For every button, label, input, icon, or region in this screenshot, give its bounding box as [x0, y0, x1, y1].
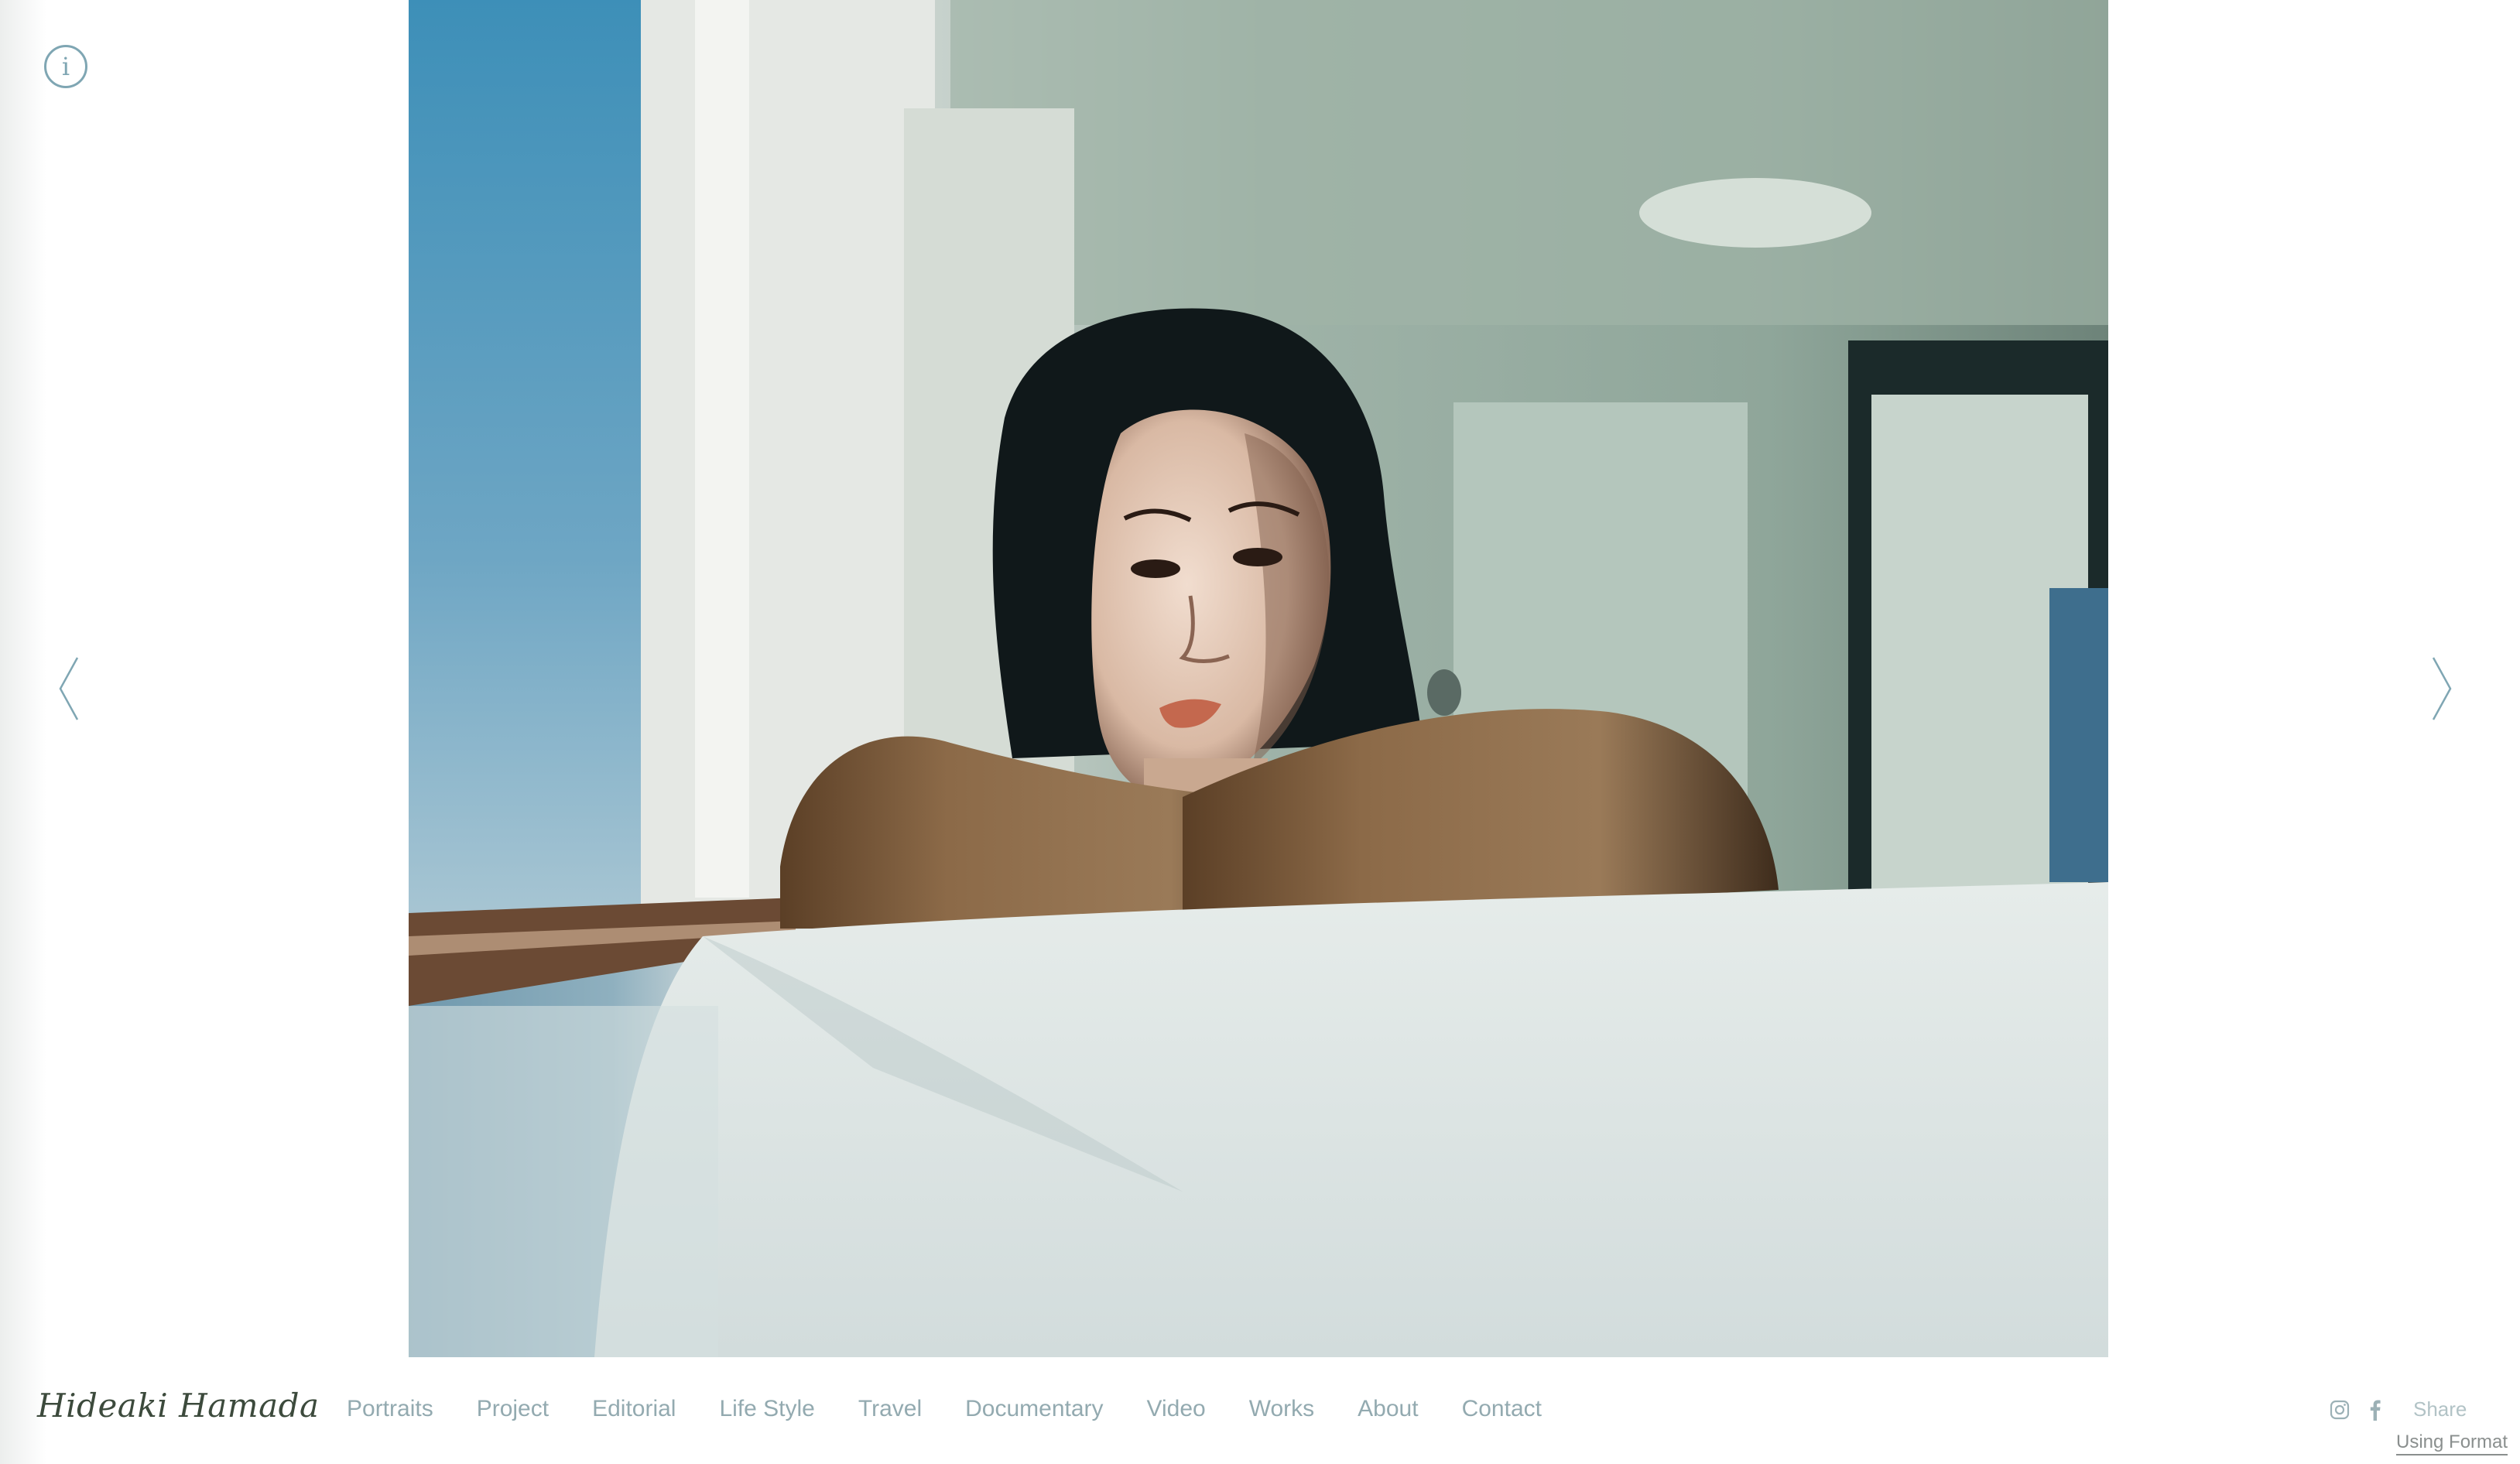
nav-item-life-style[interactable]: Life Style: [719, 1396, 814, 1422]
facebook-icon[interactable]: [2368, 1399, 2382, 1421]
instagram-icon[interactable]: [2330, 1400, 2350, 1420]
using-format-link[interactable]: Using Format: [2396, 1432, 2508, 1455]
left-edge-shade: [0, 0, 46, 1464]
nav-item-editorial[interactable]: Editorial: [592, 1396, 676, 1422]
info-icon: i: [61, 52, 70, 81]
info-button[interactable]: i: [44, 45, 87, 88]
nav-item-documentary[interactable]: Documentary: [965, 1396, 1103, 1422]
nav-item-portraits[interactable]: Portraits: [347, 1396, 433, 1422]
chevron-left-icon: [59, 657, 79, 720]
footer: Hideaki Hamada Portraits Project Editori…: [0, 1357, 2520, 1464]
nav-item-works[interactable]: Works: [1249, 1396, 1314, 1422]
site-title-link[interactable]: Hideaki Hamada: [37, 1387, 320, 1425]
main-photo: [409, 0, 2108, 1357]
next-image-button[interactable]: [2430, 656, 2453, 721]
chevron-right-icon: [2432, 657, 2452, 720]
nav-item-travel[interactable]: Travel: [858, 1396, 922, 1422]
nav-item-about[interactable]: About: [1358, 1396, 1418, 1422]
nav-item-contact[interactable]: Contact: [1462, 1396, 1542, 1422]
nav-item-project[interactable]: Project: [477, 1396, 549, 1422]
previous-image-button[interactable]: [57, 656, 80, 721]
social-links: Share: [2330, 1397, 2467, 1421]
nav-item-video[interactable]: Video: [1147, 1396, 1206, 1422]
main-nav: Portraits Project Editorial Life Style T…: [347, 1396, 1585, 1422]
page: i Hideaki Hamada Portraits Project Edito…: [0, 0, 2520, 1464]
portrait-photo-image: [409, 0, 2108, 1357]
share-button[interactable]: Share: [2413, 1397, 2467, 1421]
